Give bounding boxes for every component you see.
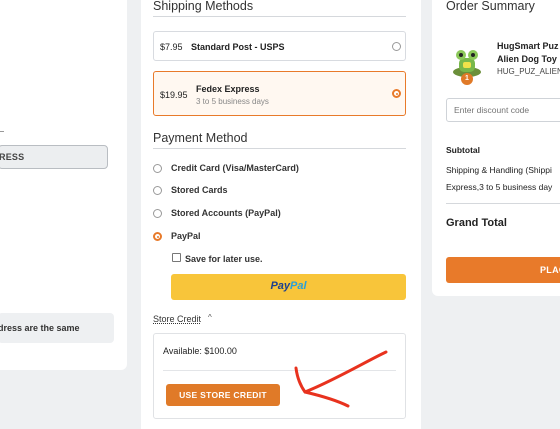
subtotal-label: Subtotal: [446, 145, 480, 155]
shipping-name: Fedex Express: [196, 84, 260, 94]
section-divider: [153, 16, 406, 17]
payment-label: Stored Accounts (PayPal): [171, 208, 281, 218]
payment-radio[interactable]: [153, 209, 162, 218]
shipping-price: $19.95: [160, 90, 188, 100]
payment-method-title: Payment Method: [153, 131, 248, 145]
shipping-methods-title: Shipping Methods: [153, 0, 254, 13]
grand-total-label: Grand Total: [446, 217, 507, 229]
shipping-delivery-time: 3 to 5 business days: [196, 97, 269, 106]
place-order-button[interactable]: PLAC: [446, 257, 560, 283]
product-name: Alien Dog Toy: [497, 54, 557, 64]
discount-code-input[interactable]: [446, 98, 560, 122]
shipping-price: $7.95: [160, 42, 183, 52]
payment-radio[interactable]: [153, 164, 162, 173]
payment-radio-selected[interactable]: [153, 232, 162, 241]
paypal-button[interactable]: PayPal: [171, 274, 406, 300]
section-divider: [446, 203, 560, 204]
same-address-note: dress are the same: [0, 313, 114, 343]
divider: [163, 370, 396, 371]
shipping-radio-standard[interactable]: [392, 42, 401, 51]
payment-label: PayPal: [171, 231, 201, 241]
section-divider: [153, 148, 406, 149]
save-for-later-label: Save for later use.: [185, 254, 263, 264]
product-sku: HUG_PUZ_ALIEN: [497, 67, 560, 76]
shipping-option-fedex-express[interactable]: $19.95 Fedex Express 3 to 5 business day…: [153, 71, 406, 116]
use-store-credit-button[interactable]: USE STORE CREDIT: [166, 384, 280, 406]
shipping-radio-fedex[interactable]: [392, 89, 401, 98]
divider: [0, 131, 4, 132]
store-credit-toggle[interactable]: Store Credit: [153, 314, 201, 324]
shipping-handling-detail: Express,3 to 5 business day: [446, 182, 553, 192]
payment-label: Stored Cards: [171, 185, 228, 195]
quantity-badge: 1: [461, 73, 473, 85]
product-name: HugSmart Puz: [497, 41, 559, 51]
store-credit-available: Available: $100.00: [163, 346, 237, 356]
payment-radio[interactable]: [153, 186, 162, 195]
shipping-option-standard-post[interactable]: $7.95 Standard Post - USPS: [153, 31, 406, 61]
shipping-name: Standard Post - USPS: [191, 42, 285, 52]
chevron-up-icon[interactable]: ^: [208, 313, 212, 322]
paypal-logo-text: Pay: [270, 280, 291, 292]
paypal-logo-text: Pal: [290, 280, 307, 292]
order-summary-title: Order Summary: [446, 0, 535, 13]
payment-label: Credit Card (Visa/MasterCard): [171, 163, 299, 173]
shipping-handling-label: Shipping & Handling (Shippi: [446, 165, 552, 175]
save-for-later-checkbox[interactable]: [172, 253, 181, 262]
shipping-method-select[interactable]: RESS: [0, 145, 108, 169]
